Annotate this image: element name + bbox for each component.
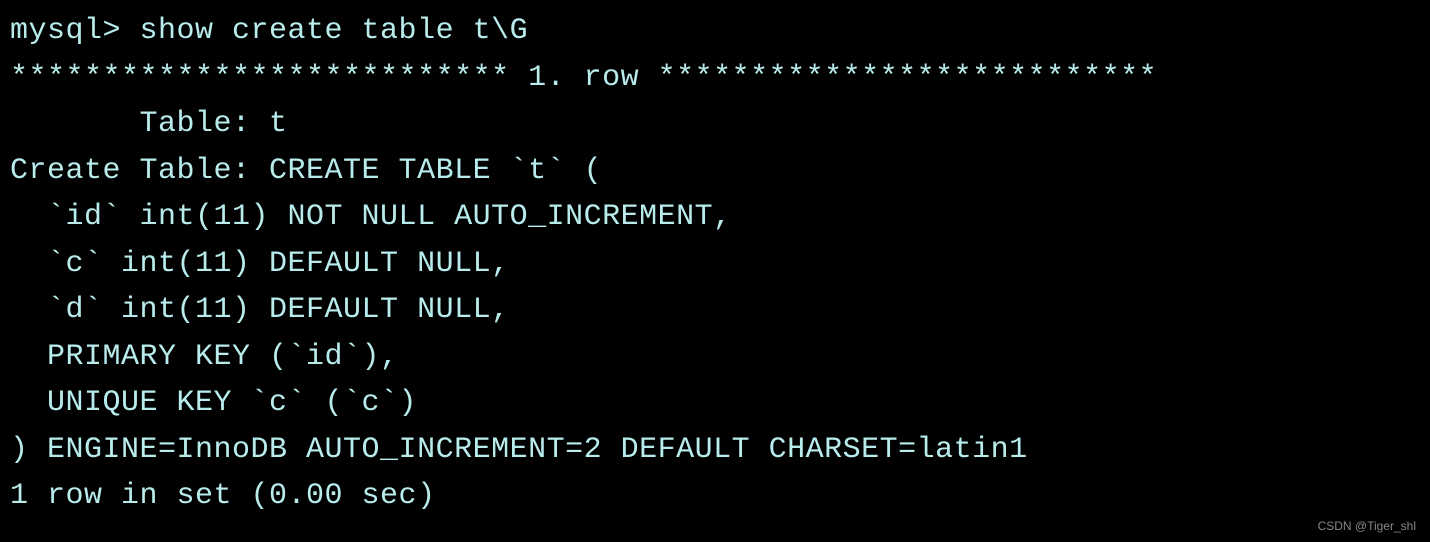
primary-key-line: PRIMARY KEY (`id`),: [10, 334, 1420, 381]
watermark-text: CSDN @Tiger_shl: [1318, 517, 1416, 536]
unique-key-line: UNIQUE KEY `c` (`c`): [10, 380, 1420, 427]
column-c-line: `c` int(11) DEFAULT NULL,: [10, 241, 1420, 288]
engine-charset-line: ) ENGINE=InnoDB AUTO_INCREMENT=2 DEFAULT…: [10, 427, 1420, 474]
table-name-line: Table: t: [10, 101, 1420, 148]
result-summary-line: 1 row in set (0.00 sec): [10, 473, 1420, 520]
row-separator: *************************** 1. row *****…: [10, 55, 1420, 102]
column-id-line: `id` int(11) NOT NULL AUTO_INCREMENT,: [10, 194, 1420, 241]
prompt-line: mysql> show create table t\G: [10, 8, 1420, 55]
terminal-output[interactable]: mysql> show create table t\G************…: [10, 8, 1420, 520]
create-table-header: Create Table: CREATE TABLE `t` (: [10, 148, 1420, 195]
column-d-line: `d` int(11) DEFAULT NULL,: [10, 287, 1420, 334]
